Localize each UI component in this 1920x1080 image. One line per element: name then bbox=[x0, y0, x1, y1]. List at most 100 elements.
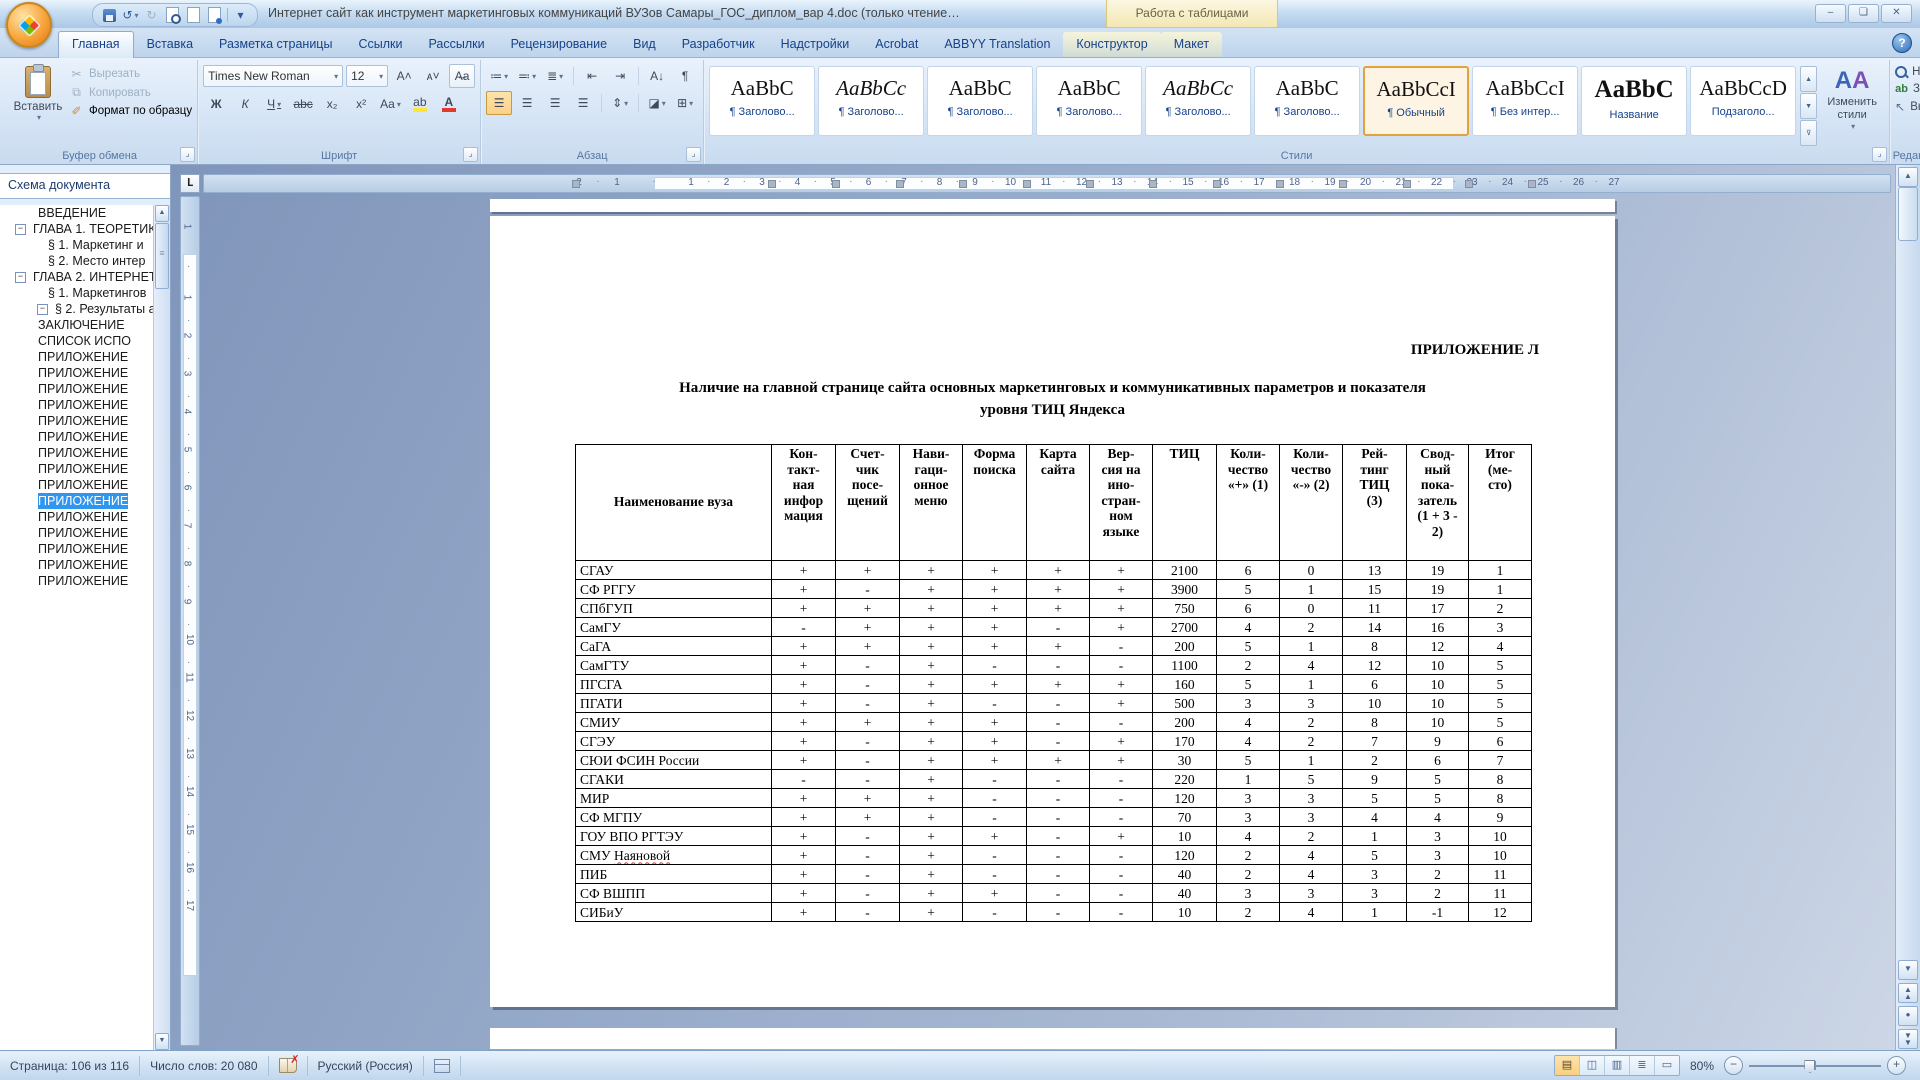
docmap-item-§ 2. Результаты а[interactable]: − § 2. Результаты а bbox=[0, 301, 154, 317]
zoom-in-button[interactable]: + bbox=[1887, 1056, 1906, 1075]
docmap-item-ГЛАВА 1. ТЕОРЕТИК[interactable]: − ГЛАВА 1. ТЕОРЕТИК bbox=[0, 221, 154, 237]
table-column-marker[interactable] bbox=[832, 180, 840, 188]
tab-Конструктор[interactable]: Конструктор bbox=[1063, 32, 1161, 57]
horizontal-ruler[interactable]: 2112345678910111213141516171819202122232… bbox=[203, 174, 1891, 193]
style-item-7[interactable]: AaBbCcI ¶ Обычный bbox=[1363, 66, 1470, 136]
close-button[interactable]: ✕ bbox=[1881, 4, 1912, 23]
fullscreen-reading-view-button[interactable]: ◫ bbox=[1579, 1056, 1605, 1075]
bold-button[interactable]: Ж bbox=[203, 92, 229, 116]
cut-button[interactable]: ✂ Вырезать bbox=[69, 67, 192, 81]
vertical-scrollbar[interactable]: ▲ ▼ ▲ ▲ ● ▼ ▼ bbox=[1895, 165, 1920, 1050]
print-preview-icon[interactable] bbox=[164, 7, 181, 24]
collapse-icon[interactable]: − bbox=[15, 272, 26, 283]
scroll-thumb[interactable] bbox=[1898, 187, 1918, 241]
redo-icon[interactable]: ↻ bbox=[143, 7, 160, 24]
docmap-item-ПРИЛОЖЕНИЕ[interactable]: ПРИЛОЖЕНИЕ bbox=[0, 525, 154, 541]
font-color-button[interactable]: А bbox=[436, 92, 462, 116]
spellcheck-status[interactable] bbox=[269, 1053, 308, 1076]
outline-view-button[interactable]: ≣ bbox=[1629, 1056, 1655, 1075]
shrink-font-button[interactable]: ᴀ˅ bbox=[420, 64, 446, 88]
vertical-ruler[interactable]: 1 1 2 3 4 5 6 7 8 9 10 11 12 13 14 15 16 17 · · · · · · · · · · · · · ·… bbox=[180, 196, 200, 1046]
docmap-item-ПРИЛОЖЕНИЕ[interactable]: ПРИЛОЖЕНИЕ bbox=[0, 397, 154, 413]
next-page-button[interactable]: ▼ ▼ bbox=[1898, 1029, 1918, 1049]
table-column-marker[interactable] bbox=[1023, 180, 1031, 188]
style-item-9[interactable]: AaBbC Название bbox=[1581, 66, 1688, 136]
table-column-marker[interactable] bbox=[1086, 180, 1094, 188]
tab-Acrobat[interactable]: Acrobat bbox=[862, 32, 931, 57]
previous-page-button[interactable]: ▲ ▲ bbox=[1898, 983, 1918, 1003]
subscript-button[interactable]: x₂ bbox=[319, 92, 345, 116]
multilevel-list-button[interactable]: ≣ ▾ bbox=[542, 64, 568, 88]
qat-customize-icon[interactable]: ▾ bbox=[232, 7, 249, 24]
styles-scroll-up-button[interactable]: ▲ bbox=[1800, 66, 1818, 92]
scroll-up-icon[interactable]: ▲ bbox=[1898, 167, 1918, 187]
docmap-scroll-up-icon[interactable]: ▲ bbox=[155, 205, 169, 222]
document-page[interactable]: ПРИЛОЖЕНИЕ Л Наличие на главной странице… bbox=[490, 216, 1615, 1007]
minimize-button[interactable]: – bbox=[1815, 4, 1846, 23]
styles-more-button[interactable]: ⊽ bbox=[1800, 120, 1818, 146]
web-layout-view-button[interactable]: ▥ bbox=[1604, 1056, 1630, 1075]
draft-view-button[interactable]: ▭ bbox=[1654, 1056, 1679, 1075]
word-count[interactable]: Число слов: 20 080 bbox=[140, 1055, 269, 1076]
align-left-button[interactable]: ☰ bbox=[486, 91, 513, 115]
style-item-6[interactable]: AaBbC ¶ Заголово... bbox=[1254, 66, 1361, 136]
numbering-button[interactable]: ≕ ▾ bbox=[514, 64, 540, 88]
new-document-icon[interactable] bbox=[185, 7, 202, 24]
zoom-track[interactable] bbox=[1749, 1057, 1881, 1074]
tab-selector-box[interactable]: L bbox=[180, 174, 200, 193]
copy-button[interactable]: ⧉ Копировать bbox=[69, 85, 192, 100]
document-map-scrollbar[interactable]: ▲ ▼ bbox=[153, 205, 170, 1050]
document-map-header[interactable]: Схема документа bbox=[0, 173, 170, 199]
zoom-slider-handle[interactable] bbox=[1804, 1060, 1816, 1073]
decrease-indent-button[interactable]: ⇤ bbox=[579, 64, 605, 88]
maximize-button[interactable]: ❏ bbox=[1848, 4, 1879, 23]
docmap-item-ПРИЛОЖЕНИЕ[interactable]: ПРИЛОЖЕНИЕ bbox=[0, 461, 154, 477]
docmap-item-ПРИЛОЖЕНИЕ[interactable]: ПРИЛОЖЕНИЕ bbox=[0, 381, 154, 397]
table-column-marker[interactable] bbox=[959, 180, 967, 188]
zoom-out-button[interactable]: − bbox=[1724, 1056, 1743, 1075]
table-column-marker[interactable] bbox=[768, 180, 776, 188]
help-button[interactable]: ? bbox=[1892, 33, 1912, 53]
clipboard-dialog-launcher[interactable]: ⌟ bbox=[180, 147, 196, 162]
show-marks-button[interactable]: ¶ bbox=[672, 64, 698, 88]
collapse-icon[interactable]: − bbox=[37, 304, 48, 315]
shading-button[interactable]: ◪ ▾ bbox=[644, 91, 670, 115]
styles-scroll-down-button[interactable]: ▼ bbox=[1800, 93, 1818, 119]
table-column-marker[interactable] bbox=[1403, 180, 1411, 188]
highlight-button[interactable]: ab bbox=[407, 92, 433, 116]
align-center-button[interactable]: ☰ bbox=[514, 91, 540, 115]
docmap-item-ПРИЛОЖЕНИЕ[interactable]: ПРИЛОЖЕНИЕ bbox=[0, 429, 154, 445]
macro-record-indicator[interactable] bbox=[424, 1055, 461, 1076]
tab-Вставка[interactable]: Вставка bbox=[134, 32, 206, 57]
replace-button[interactable]: abЗаменить bbox=[1895, 83, 1920, 95]
table-column-marker[interactable] bbox=[1465, 180, 1473, 188]
docmap-item-ГЛАВА 2. ИНТЕРНЕТ[interactable]: − ГЛАВА 2. ИНТЕРНЕТ bbox=[0, 269, 154, 285]
docmap-item-ПРИЛОЖЕНИЕ[interactable]: ПРИЛОЖЕНИЕ bbox=[0, 509, 154, 525]
style-item-3[interactable]: AaBbC ¶ Заголово... bbox=[927, 66, 1034, 136]
page-indicator[interactable]: Страница: 106 из 116 bbox=[0, 1055, 141, 1076]
docmap-item-ПРИЛОЖЕНИЕ[interactable]: ПРИЛОЖЕНИЕ bbox=[0, 573, 154, 589]
style-item-1[interactable]: AaBbC ¶ Заголово... bbox=[709, 66, 816, 136]
tab-Вид[interactable]: Вид bbox=[620, 32, 669, 57]
docmap-item-ПРИЛОЖЕНИЕ[interactable]: ПРИЛОЖЕНИЕ bbox=[0, 493, 154, 509]
table-column-marker[interactable] bbox=[1276, 180, 1284, 188]
grow-font-button[interactable]: A˄ bbox=[391, 64, 417, 88]
docmap-item-ПРИЛОЖЕНИЕ[interactable]: ПРИЛОЖЕНИЕ bbox=[0, 445, 154, 461]
strikethrough-button[interactable]: abc bbox=[290, 92, 316, 116]
language-indicator[interactable]: Русский (Россия) bbox=[308, 1055, 424, 1076]
docmap-item-ПРИЛОЖЕНИЕ[interactable]: ПРИЛОЖЕНИЕ bbox=[0, 365, 154, 381]
docmap-item-ПРИЛОЖЕНИЕ[interactable]: ПРИЛОЖЕНИЕ bbox=[0, 541, 154, 557]
superscript-button[interactable]: x² bbox=[348, 92, 374, 116]
italic-button[interactable]: К bbox=[232, 92, 258, 116]
font-dialog-launcher[interactable]: ⌟ bbox=[463, 147, 479, 162]
tab-Ссылки[interactable]: Ссылки bbox=[345, 32, 415, 57]
save-icon[interactable] bbox=[101, 7, 118, 24]
styles-dialog-launcher[interactable]: ⌟ bbox=[1872, 147, 1888, 162]
bullets-button[interactable]: ≔ ▾ bbox=[486, 64, 512, 88]
tab-Разметка страницы[interactable]: Разметка страницы bbox=[206, 32, 345, 57]
font-size-combo[interactable]: 12 ▾ bbox=[346, 65, 389, 87]
style-item-5[interactable]: AaBbCc ¶ Заголово... bbox=[1145, 66, 1252, 136]
docmap-item-ПРИЛОЖЕНИЕ[interactable]: ПРИЛОЖЕНИЕ bbox=[0, 477, 154, 493]
table-column-marker[interactable] bbox=[1149, 180, 1157, 188]
paragraph-dialog-launcher[interactable]: ⌟ bbox=[686, 147, 702, 162]
